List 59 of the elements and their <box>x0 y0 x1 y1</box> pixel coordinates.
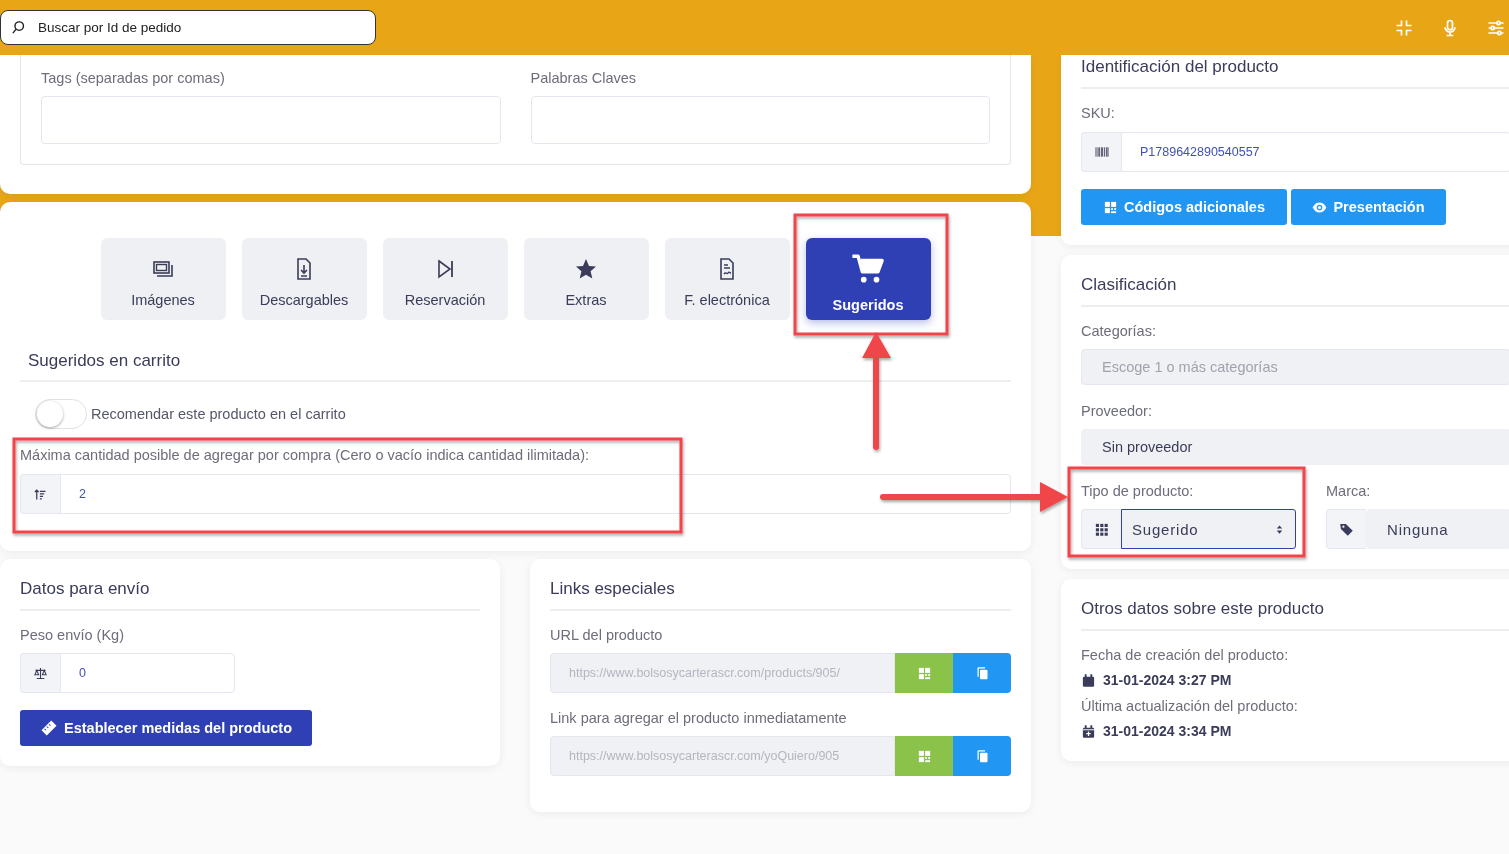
feature-tab[interactable]: Descargables <box>241 238 367 320</box>
field-label: Última actualización del producto: <box>1081 698 1299 714</box>
card-title: Links especiales <box>550 579 1011 611</box>
text-input[interactable] <box>41 96 501 144</box>
calendar-icon <box>1081 672 1096 688</box>
sort-icon <box>33 486 48 502</box>
weight-input[interactable]: 0 <box>60 653 235 693</box>
qr-code-icon <box>1103 199 1118 215</box>
toggle-switch[interactable] <box>35 399 87 429</box>
caret-icon <box>1274 523 1285 535</box>
section-title: Sugeridos en carrito <box>20 351 1011 382</box>
field-label: Link para agregar el producto inmediatamente <box>550 710 848 726</box>
scale-icon <box>33 665 48 681</box>
search-field[interactable]: Buscar por Id de pedido <box>0 10 376 45</box>
qr-button[interactable] <box>895 736 953 776</box>
field-label: Tipo de producto: <box>1081 483 1195 499</box>
card-title: Identificación del producto <box>1081 57 1509 89</box>
copy-icon <box>974 748 990 764</box>
toggle-label: Recomendar este producto en el carrito <box>91 406 346 422</box>
feature-tab[interactable]: Extras <box>523 238 649 320</box>
feature-tab[interactable]: F. electrónica <box>664 238 790 320</box>
ruler-icon <box>40 719 58 737</box>
brand-select[interactable]: Ninguna <box>1366 509 1509 549</box>
qr-button[interactable] <box>895 653 953 693</box>
feature-tab[interactable]: Imágenes <box>100 238 226 320</box>
categories-select[interactable]: Escoge 1 o más categorías <box>1081 349 1509 385</box>
field-label: URL del producto <box>550 627 664 643</box>
qr-code-icon <box>916 748 932 764</box>
card-title: Datos para envío <box>20 579 480 611</box>
card-title: Otros datos sobre este producto <box>1081 599 1509 631</box>
tag-icon <box>1339 521 1354 537</box>
calendar-plus-icon <box>1081 723 1096 739</box>
card-title: Clasificación <box>1081 275 1509 307</box>
field-label: Máxima cantidad posible de agregar por compra (Cero o vacío indica cantidad ilimitada): <box>20 447 590 463</box>
text-input[interactable] <box>530 96 990 144</box>
copy-button[interactable] <box>953 736 1011 776</box>
date-value: 31-01-2024 3:27 PM <box>1103 672 1232 688</box>
quantity-input[interactable]: 2 <box>60 474 1011 514</box>
measures-button[interactable]: Establecer medidas del producto <box>20 710 313 746</box>
field-label: Marca: <box>1326 483 1372 499</box>
field-label: Proveedor: <box>1081 403 1153 419</box>
copy-icon <box>974 665 990 681</box>
barcode-icon <box>1093 144 1110 160</box>
sku-input[interactable]: P1789642890540557 <box>1121 132 1509 172</box>
field-label: Fecha de creación del producto: <box>1081 647 1290 663</box>
search-icon <box>10 19 27 36</box>
field-label: Peso envío (Kg) <box>20 627 125 643</box>
copy-button[interactable] <box>953 653 1011 693</box>
provider-select[interactable]: Sin proveedor <box>1081 429 1509 465</box>
feature-tab[interactable]: Reservación <box>382 238 508 320</box>
grid-icon <box>1094 521 1109 537</box>
type-select[interactable]: Sugerido <box>1121 509 1296 549</box>
feature-tab[interactable]: Sugeridos <box>805 238 931 320</box>
field-label: SKU: <box>1081 105 1116 121</box>
date-value: 31-01-2024 3:34 PM <box>1103 723 1232 739</box>
field-label: Tags (separadas por comas) <box>41 70 226 86</box>
qr-code-icon <box>916 665 932 681</box>
field-label: Categorías: <box>1081 323 1157 339</box>
field-label: Palabras Claves <box>530 70 638 86</box>
